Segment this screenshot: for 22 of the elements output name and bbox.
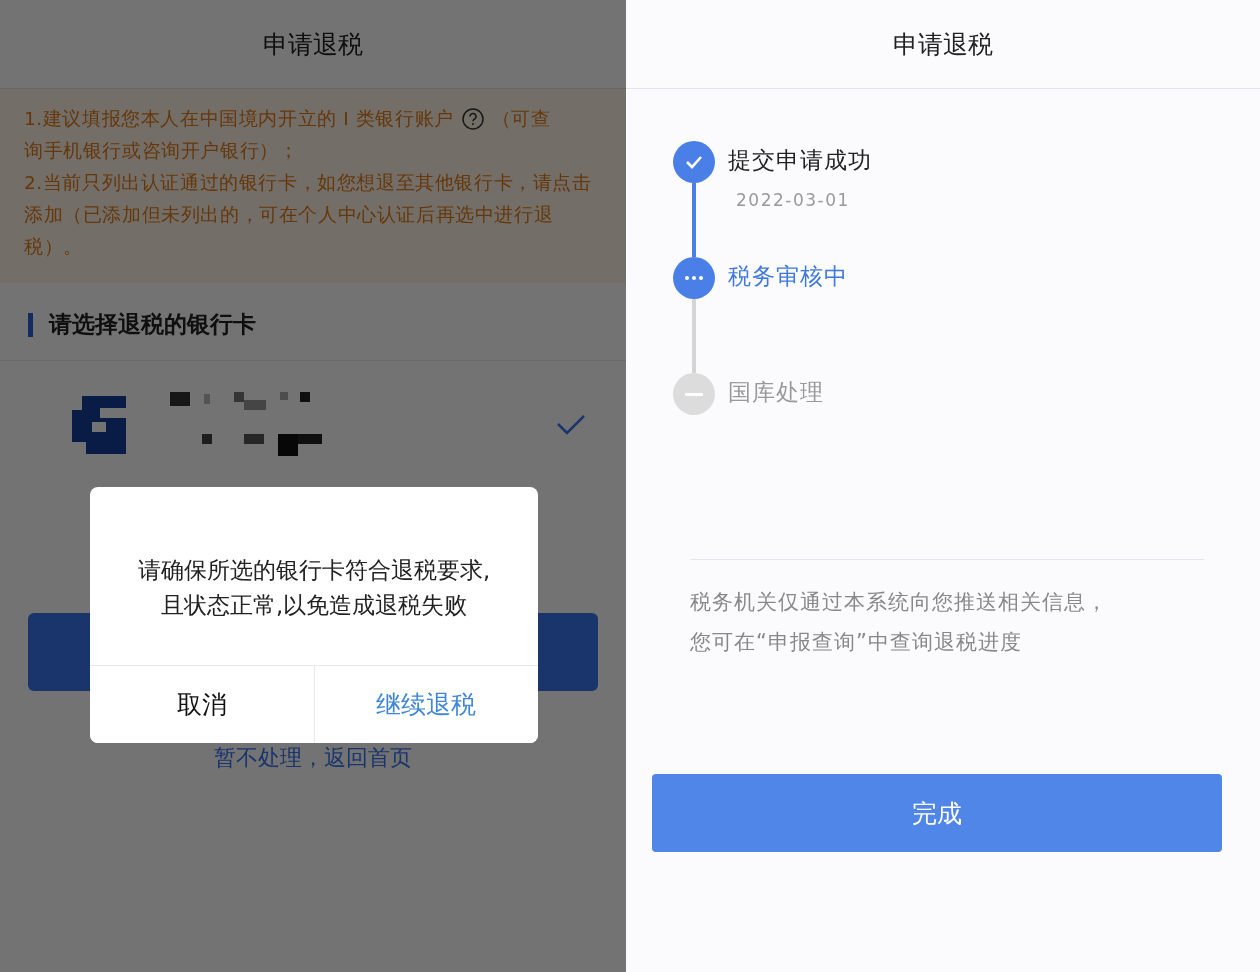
step-label: 税务审核中 — [728, 262, 848, 291]
dash-icon — [685, 392, 703, 396]
check-icon — [684, 154, 704, 170]
page-title: 申请退税 — [263, 28, 363, 61]
section-marker — [28, 312, 33, 337]
back-home-link[interactable]: 暂不处理，返回首页 — [214, 743, 412, 773]
info-text: 您可在“申报查询”中查询退税进度 — [690, 629, 1023, 656]
notice-text: （可查 — [491, 107, 551, 131]
notice-text: 1.建议填报您本人在中国境内开立的 I 类银行账户 — [24, 107, 454, 131]
page-title: 申请退税 — [893, 28, 993, 61]
ellipsis-icon — [685, 276, 703, 280]
done-button[interactable]: 完成 — [652, 774, 1222, 852]
notice-text: 询手机银行或咨询开户银行）； — [24, 139, 300, 163]
info-text: 税务机关仅通过本系统向您推送相关信息， — [690, 589, 1109, 616]
section-title: 请选择退税的银行卡 — [49, 310, 256, 339]
notice-text: 2.当前只列出认证通过的银行卡，如您想退至其他银行卡，请点击添加（已添加但未列出的，可在个人中心认证后再选中进行退税）。 — [24, 171, 593, 259]
step-date: 2022-03-01 — [736, 190, 851, 210]
continue-button[interactable]: 继续退税 — [313, 666, 538, 743]
step-label: 国库处理 — [728, 378, 824, 407]
step-label: 提交申请成功 — [728, 146, 872, 175]
help-icon[interactable] — [461, 108, 484, 130]
dialog-message: 请确保所选的银行卡符合退税要求,且状态正常,以免造成退税失败 — [136, 556, 492, 620]
